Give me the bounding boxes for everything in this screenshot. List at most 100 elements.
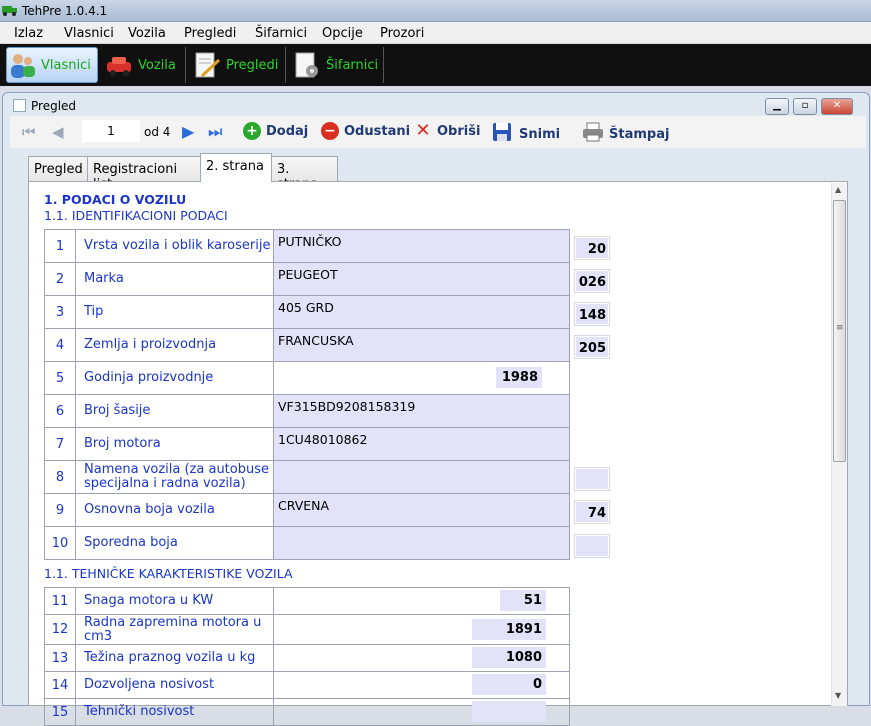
- document-edit-icon: [192, 50, 222, 80]
- tip-field[interactable]: 405 GRD: [273, 295, 570, 329]
- menu-prozori[interactable]: Prozori: [380, 26, 424, 41]
- broj-sasije-field[interactable]: VF315BD9208158319: [273, 394, 570, 428]
- module-pregledi-button[interactable]: Pregledi: [192, 47, 286, 83]
- row-label: Vrsta vozila i oblik karoserije: [75, 229, 274, 263]
- module-vozila-button[interactable]: Vozila: [104, 47, 186, 83]
- table-row: 15 Tehnički nosivost: [44, 698, 570, 726]
- tab-3-strana[interactable]: 3. strana: [271, 156, 338, 192]
- value-cell: 51: [273, 587, 570, 615]
- value-cell: [273, 698, 570, 726]
- tehnicka-nosivost-field[interactable]: [472, 701, 546, 722]
- scroll-up-icon[interactable]: ▲: [835, 185, 841, 194]
- window-icon: [13, 99, 26, 112]
- snaga-motora-field[interactable]: 51: [500, 590, 546, 611]
- tezina-vozila-field[interactable]: 1080: [472, 647, 546, 668]
- minimize-button[interactable]: ▁: [765, 98, 789, 115]
- tab-pregled[interactable]: Pregled: [28, 156, 88, 182]
- last-record-icon[interactable]: ⏭: [208, 122, 222, 142]
- row-number: 6: [44, 394, 76, 428]
- row-number: 9: [44, 493, 76, 527]
- row-number: 11: [44, 587, 76, 615]
- row-label: Tehnički nosivost: [75, 698, 274, 726]
- row-label: Namena vozila (za autobuse specijalna i …: [75, 460, 274, 494]
- code-field[interactable]: [575, 535, 609, 557]
- code-field[interactable]: 74: [575, 501, 609, 523]
- car-icon: [104, 50, 134, 80]
- window-title: Pregled: [31, 99, 77, 113]
- first-record-icon[interactable]: ⏮: [22, 123, 36, 141]
- godina-proizvodnje-field[interactable]: 1988: [496, 367, 542, 388]
- row-number: 14: [44, 671, 76, 699]
- code-field[interactable]: 148: [575, 303, 609, 325]
- module-label: Pregledi: [226, 57, 279, 73]
- tab-registracioni-list[interactable]: Registracioni list: [87, 156, 201, 192]
- table-row: 1 Vrsta vozila i oblik karoserije PUTNIČKO: [44, 229, 570, 263]
- table-row: 4 Zemlja i proizvodnja FRANCUSKA: [44, 328, 570, 362]
- snimi-button[interactable]: Snimi: [492, 122, 560, 146]
- module-vlasnici-button[interactable]: Vlasnici: [6, 47, 98, 83]
- printer-icon: [582, 122, 604, 146]
- code-field[interactable]: 20: [575, 237, 609, 259]
- menu-opcije[interactable]: Opcije: [322, 26, 363, 41]
- code-field[interactable]: [575, 468, 609, 490]
- row-number: 2: [44, 262, 76, 296]
- truck-icon: [2, 4, 18, 16]
- row-number: 7: [44, 427, 76, 461]
- code-field[interactable]: 026: [575, 270, 609, 292]
- module-label: Šifarnici: [326, 57, 379, 73]
- menu-izlaz[interactable]: Izlaz: [14, 26, 43, 41]
- stampaj-button[interactable]: Štampaj: [582, 122, 669, 146]
- app-title: TehPre 1.0.4.1: [22, 4, 108, 18]
- radna-zapremina-field[interactable]: 1891: [472, 619, 546, 640]
- maximize-button[interactable]: ▫: [793, 98, 817, 115]
- page-number-input[interactable]: [82, 120, 140, 142]
- delete-icon: ✕: [415, 120, 431, 141]
- zemlja-proizvodnje-field[interactable]: FRANCUSKA: [273, 328, 570, 362]
- technical-table: 11 Snaga motora u KW 51 12 Radna zapremina …: [44, 587, 570, 726]
- dozvoljena-nosivost-field[interactable]: 0: [472, 674, 546, 695]
- osnovna-boja-field[interactable]: CRVENA: [273, 493, 570, 527]
- settings-document-icon: [292, 50, 322, 80]
- sporedna-boja-field[interactable]: [273, 526, 570, 560]
- odustani-button[interactable]: − Odustani: [321, 122, 410, 140]
- menu-vozila[interactable]: Vozila: [128, 26, 166, 41]
- menu-vlasnici[interactable]: Vlasnici: [64, 26, 114, 41]
- menu-pregledi[interactable]: Pregledi: [184, 26, 236, 41]
- tab-2-strana[interactable]: 2. strana: [200, 153, 272, 182]
- vrsta-vozila-field[interactable]: PUTNIČKO: [273, 229, 570, 263]
- identification-table: 1 Vrsta vozila i oblik karoserije PUTNIČKO…: [44, 229, 570, 560]
- row-label: Dozvoljena nosivost: [75, 671, 274, 699]
- module-label: Vozila: [138, 57, 176, 73]
- table-row: 6 Broj šasije VF315BD9208158319: [44, 394, 570, 428]
- module-sifarnici-button[interactable]: Šifarnici: [292, 47, 384, 83]
- close-button[interactable]: ✕: [821, 98, 853, 115]
- add-icon: +: [243, 122, 261, 140]
- godina-proizvodnje-cell: 1988: [273, 361, 570, 395]
- menu-sifarnici[interactable]: Šifarnici: [255, 26, 307, 41]
- table-row: 10 Sporedna boja: [44, 526, 570, 560]
- row-number: 4: [44, 328, 76, 362]
- row-number: 10: [44, 526, 76, 560]
- table-row: 8 Namena vozila (za autobuse specijalna i…: [44, 460, 570, 494]
- obrisi-button[interactable]: ✕ Obriši: [414, 122, 480, 140]
- code-field[interactable]: 205: [575, 336, 609, 358]
- row-label: Tip: [75, 295, 274, 329]
- dodaj-button[interactable]: + Dodaj: [243, 122, 308, 140]
- previous-record-icon[interactable]: ◀: [52, 123, 64, 141]
- row-number: 3: [44, 295, 76, 329]
- row-label: Broj motora: [75, 427, 274, 461]
- row-label: Zemlja i proizvodnja: [75, 328, 274, 362]
- module-label: Vlasnici: [41, 57, 91, 73]
- subsection-heading: 1.1. TEHNIČKE KARAKTERISTIKE VOZILA: [44, 566, 293, 581]
- scrollbar-thumb[interactable]: ≡: [833, 200, 846, 462]
- row-label: Godinja proizvodnje: [75, 361, 274, 395]
- row-label: Osnovna boja vozila: [75, 493, 274, 527]
- subsection-heading: 1.1. IDENTIFIKACIONI PODACI: [44, 208, 228, 223]
- next-record-icon[interactable]: ▶: [182, 122, 194, 141]
- marka-field[interactable]: PEUGEOT: [273, 262, 570, 296]
- row-number: 1: [44, 229, 76, 263]
- scroll-down-icon[interactable]: ▼: [835, 691, 841, 700]
- namena-vozila-field[interactable]: [273, 460, 570, 494]
- table-row: 11 Snaga motora u KW 51: [44, 587, 570, 615]
- broj-motora-field[interactable]: 1CU48010862: [273, 427, 570, 461]
